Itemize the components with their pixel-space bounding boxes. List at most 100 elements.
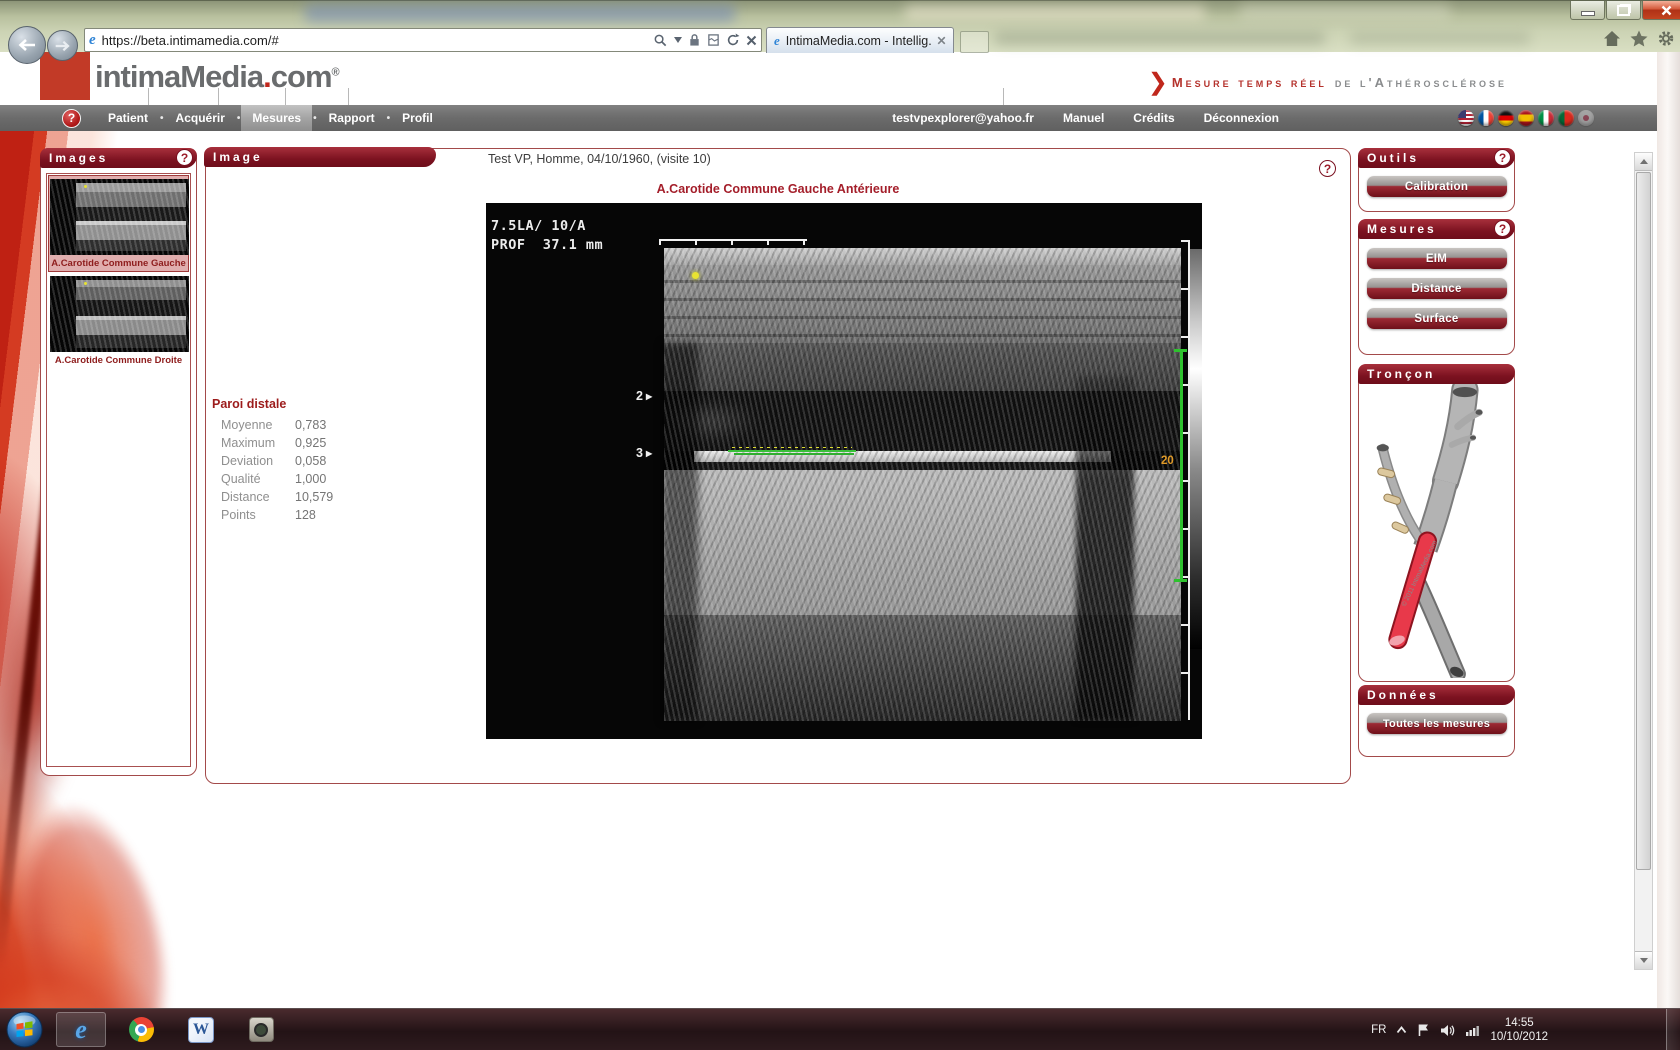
url-text[interactable]: https://beta.intimamedia.com/# bbox=[102, 33, 653, 48]
pt-flag-icon[interactable] bbox=[1558, 110, 1574, 126]
thumbnail-item[interactable]: A.Carotide Commune Droite bbox=[49, 273, 188, 368]
thumbnail-speckle bbox=[50, 179, 189, 255]
compatibility-view-icon[interactable] bbox=[707, 33, 720, 47]
volume-icon[interactable] bbox=[1440, 1024, 1455, 1037]
network-icon[interactable] bbox=[1465, 1024, 1480, 1036]
nav-item-profil[interactable]: Profil bbox=[391, 105, 444, 131]
background-menu-blur bbox=[1350, 32, 1530, 44]
outils-panel-header: Outils ? bbox=[1358, 148, 1515, 168]
show-desktop-button[interactable] bbox=[1666, 1009, 1680, 1050]
nav-item-patient[interactable]: Patient bbox=[97, 105, 159, 131]
home-icon[interactable] bbox=[1602, 29, 1622, 48]
refresh-icon[interactable] bbox=[726, 33, 740, 47]
hidden-icons-chevron-icon[interactable] bbox=[1396, 1026, 1407, 1034]
browser-tab[interactable]: e IntimaMedia.com - Intellig... bbox=[766, 27, 954, 53]
nav-item-mesures-active[interactable]: Mesures bbox=[241, 105, 312, 131]
close-button[interactable] bbox=[1642, 1, 1680, 20]
outils-body: Calibration bbox=[1359, 168, 1514, 197]
credits-link[interactable]: Crédits bbox=[1133, 111, 1174, 125]
scroll-down-button[interactable] bbox=[1635, 951, 1652, 969]
stat-value: 1,000 bbox=[295, 472, 326, 486]
taskbar-ie-button[interactable]: e bbox=[56, 1012, 106, 1047]
window-controls bbox=[1570, 1, 1680, 20]
thumbnail-speckle bbox=[50, 276, 189, 352]
tagline: ❯ Mesure temps réel de l'Athérosclérose bbox=[1148, 68, 1507, 97]
image-panel-title: Image bbox=[213, 150, 263, 164]
logo-text: intimaMedia bbox=[95, 59, 263, 94]
action-center-flag-icon[interactable] bbox=[1417, 1023, 1430, 1037]
de-flag-icon[interactable] bbox=[1498, 110, 1514, 126]
images-help-icon[interactable]: ? bbox=[176, 149, 193, 166]
back-button[interactable] bbox=[8, 26, 46, 64]
outils-panel-title: Outils bbox=[1367, 151, 1419, 165]
nav-help-icon[interactable]: ? bbox=[62, 109, 81, 128]
logo-dot: . bbox=[263, 59, 271, 94]
stop-icon[interactable] bbox=[746, 35, 757, 46]
minimize-button[interactable] bbox=[1570, 1, 1605, 20]
us-flag-icon[interactable] bbox=[1458, 110, 1474, 126]
address-bar[interactable]: e https://beta.intimamedia.com/# bbox=[84, 28, 762, 52]
mesures-help-icon[interactable]: ? bbox=[1494, 220, 1511, 237]
us-grayscale-bar bbox=[1190, 249, 1202, 649]
taskbar-utility-button[interactable] bbox=[236, 1012, 286, 1047]
image-help-icon[interactable]: ? bbox=[1319, 160, 1336, 177]
new-tab-button[interactable] bbox=[960, 31, 989, 53]
taskbar-clock[interactable]: 14:55 10/10/2012 bbox=[1490, 1016, 1548, 1044]
taskbar-browser-button[interactable] bbox=[116, 1012, 166, 1047]
nav-item-acquerir[interactable]: Acquérir bbox=[165, 105, 236, 131]
restore-icon bbox=[1617, 5, 1630, 16]
tab-close-icon[interactable] bbox=[937, 36, 946, 45]
it-flag-icon[interactable] bbox=[1538, 110, 1554, 126]
forward-button[interactable] bbox=[47, 30, 78, 61]
eim-button[interactable]: EIM bbox=[1367, 248, 1507, 269]
browser-chrome: e https://beta.intimamedia.com/# e Intim… bbox=[0, 0, 1680, 52]
word-icon: W bbox=[188, 1017, 214, 1043]
scroll-up-button[interactable] bbox=[1635, 153, 1652, 171]
image-panel: Image Test VP, Homme, 04/10/1960, (visit… bbox=[205, 148, 1351, 784]
page-scrollbar[interactable] bbox=[1634, 152, 1653, 970]
mesures-panel-header: Mesures ? bbox=[1358, 219, 1515, 239]
favorites-star-icon[interactable] bbox=[1629, 29, 1649, 48]
artery-diagram[interactable]: © 2011 IntimaMedia.com bbox=[1359, 384, 1514, 678]
taskbar-word-button[interactable]: W bbox=[176, 1012, 226, 1047]
ie-favicon: e bbox=[89, 32, 96, 49]
us-yellow-marker-dot bbox=[692, 272, 699, 279]
troncon-panel-title: Tronçon bbox=[1367, 367, 1435, 381]
distance-button[interactable]: Distance bbox=[1367, 278, 1507, 299]
settings-gear-icon[interactable] bbox=[1656, 29, 1676, 48]
all-measures-button[interactable]: Toutes les mesures bbox=[1367, 713, 1507, 734]
language-indicator[interactable]: FR bbox=[1371, 1024, 1386, 1036]
outils-help-icon[interactable]: ? bbox=[1494, 149, 1511, 166]
depth-bracket-tick bbox=[1174, 349, 1187, 352]
forward-icon bbox=[54, 40, 71, 52]
thumbnail-caption: A.Carotide Commune Gauche bbox=[50, 258, 187, 269]
address-bar-icons bbox=[653, 33, 757, 48]
es-flag-icon[interactable] bbox=[1518, 110, 1534, 126]
search-icon[interactable] bbox=[653, 33, 668, 48]
start-button[interactable] bbox=[6, 1011, 43, 1048]
nav-item-rapport[interactable]: Rapport bbox=[318, 105, 386, 131]
fr-flag-icon[interactable] bbox=[1478, 110, 1494, 126]
scroll-up-icon bbox=[1640, 159, 1648, 164]
search-dropdown-icon[interactable] bbox=[674, 37, 682, 43]
web-page: intimaMedia.com® ❯ Mesure temps réel de … bbox=[0, 52, 1657, 1008]
close-icon bbox=[1661, 5, 1672, 16]
thumbnail-ultrasound bbox=[50, 276, 189, 352]
system-tray: FR 14:55 10/10/2012 bbox=[1371, 1009, 1548, 1050]
background-window-blur bbox=[1240, 5, 1450, 20]
us-overlay-text: 7.5LA/ 10/APROF 37.1 mm bbox=[491, 217, 603, 254]
carotid-artery-diagram: © 2011 IntimaMedia.com bbox=[1359, 384, 1514, 678]
ultrasound-image[interactable]: 7.5LA/ 10/APROF 37.1 mm 2▶ 3▶ 20 bbox=[486, 203, 1202, 739]
calibration-button[interactable]: Calibration bbox=[1367, 176, 1507, 197]
restore-button[interactable] bbox=[1606, 1, 1641, 20]
surface-button[interactable]: Surface bbox=[1367, 308, 1507, 329]
manual-link[interactable]: Manuel bbox=[1063, 111, 1104, 125]
stat-row: Moyenne0,783 bbox=[212, 418, 352, 432]
scrollbar-thumb[interactable] bbox=[1636, 172, 1651, 870]
outils-panel: Outils ? Calibration bbox=[1358, 148, 1515, 212]
donnees-panel-title: Données bbox=[1367, 688, 1439, 702]
taskbar-icons: e W bbox=[56, 1012, 286, 1047]
logout-link[interactable]: Déconnexion bbox=[1204, 111, 1279, 125]
thumbnail-item-selected[interactable]: A.Carotide Commune Gauche bbox=[49, 176, 188, 271]
flame-streak bbox=[0, 850, 264, 1008]
